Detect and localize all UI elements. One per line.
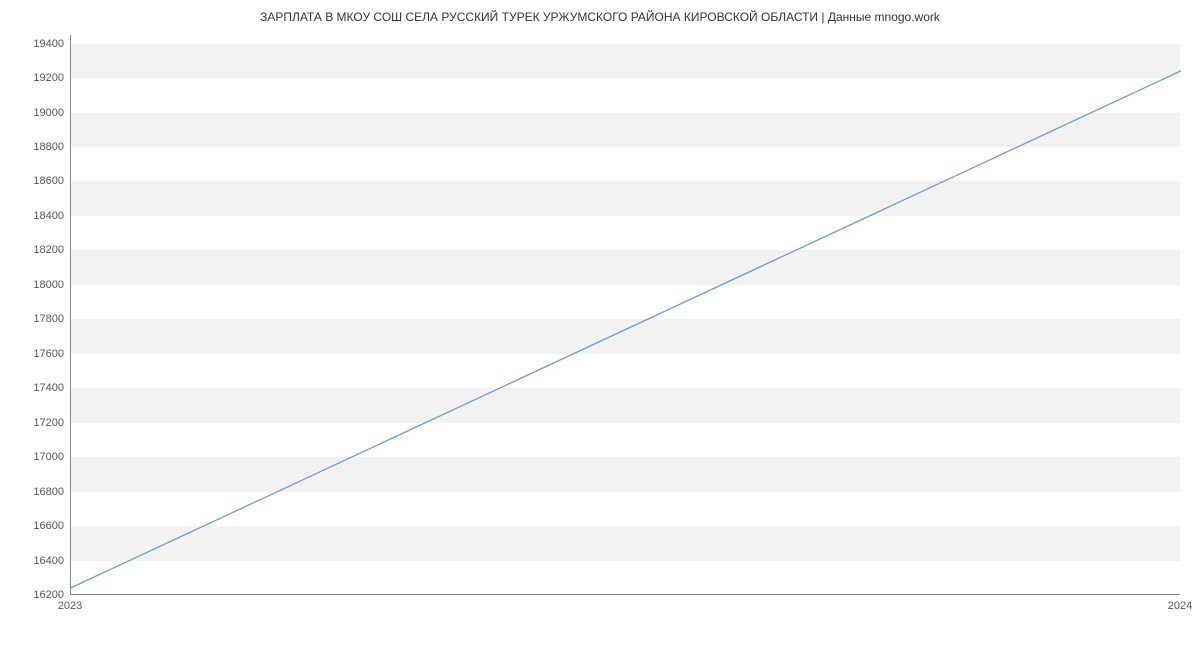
y-tick-label: 18000 — [14, 279, 64, 291]
y-tick-label: 19200 — [14, 72, 64, 84]
chart-svg — [71, 35, 1180, 594]
y-tick-label: 18400 — [14, 210, 64, 222]
x-tick-label: 2024 — [1168, 600, 1192, 612]
y-tick-label: 16200 — [14, 589, 64, 601]
y-tick-label: 18600 — [14, 175, 64, 187]
y-tick-label: 16800 — [14, 486, 64, 498]
y-tick-label: 17400 — [14, 382, 64, 394]
y-tick-label: 18200 — [14, 244, 64, 256]
y-tick-label: 17600 — [14, 348, 64, 360]
y-tick-label: 18800 — [14, 141, 64, 153]
y-tick-label: 16400 — [14, 555, 64, 567]
data-line — [71, 71, 1181, 588]
y-tick-label: 19400 — [14, 38, 64, 50]
plot-area — [70, 35, 1180, 595]
y-tick-label: 17800 — [14, 313, 64, 325]
x-tick-label: 2023 — [58, 600, 82, 612]
y-tick-label: 16600 — [14, 520, 64, 532]
y-tick-label: 17000 — [14, 451, 64, 463]
chart-title: ЗАРПЛАТА В МКОУ СОШ СЕЛА РУССКИЙ ТУРЕК У… — [0, 0, 1200, 24]
y-tick-label: 17200 — [14, 417, 64, 429]
y-tick-label: 19000 — [14, 107, 64, 119]
